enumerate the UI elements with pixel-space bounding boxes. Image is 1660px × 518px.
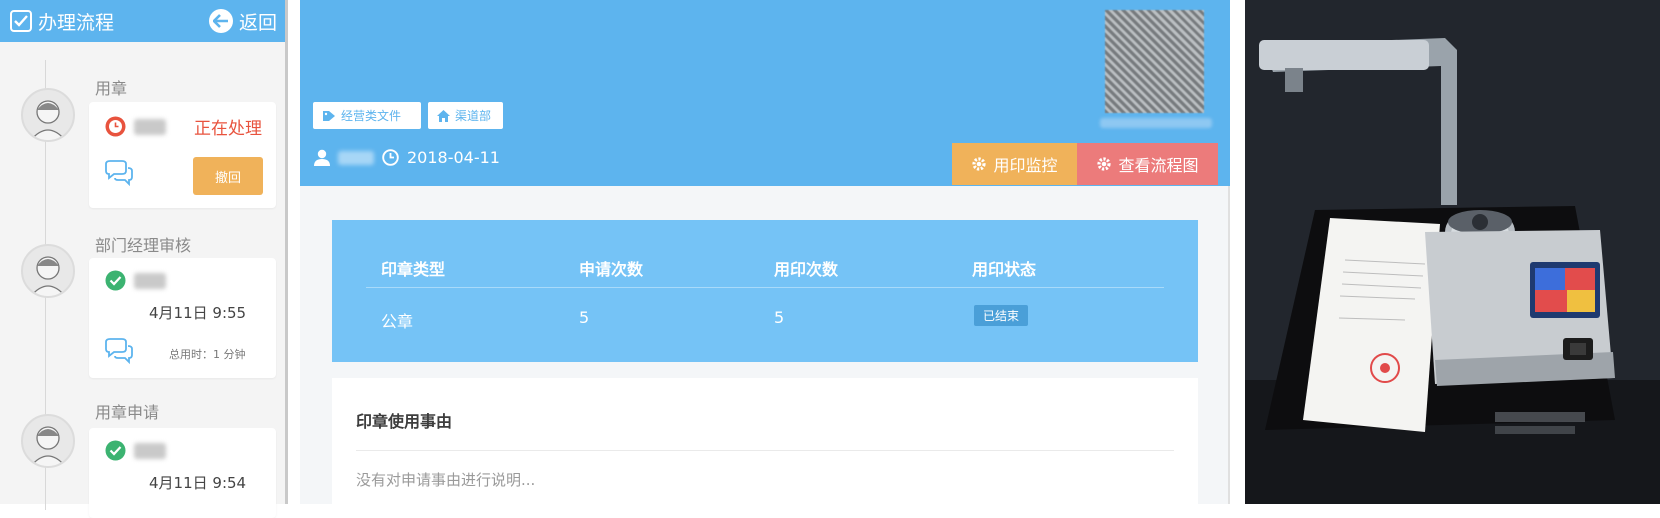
- panel-title-group: 办理流程: [10, 8, 114, 35]
- qr-caption-blurred: [1100, 118, 1212, 128]
- stamp-table: 印章类型 申请次数 用印次数 用印状态 公章 5 5 已结束: [332, 220, 1198, 362]
- chat-icon[interactable]: [103, 160, 135, 190]
- col-header-stamp-status: 用印状态: [972, 260, 1037, 279]
- revoke-button[interactable]: 撤回: [193, 157, 263, 195]
- step-label: 部门经理审核: [95, 236, 192, 255]
- reason-divider: [356, 450, 1174, 451]
- cell-stamp-type: 公章: [381, 312, 414, 331]
- reason-card: 印章使用事由 没有对申请事由进行说明...: [332, 378, 1198, 508]
- check-circle-icon: [105, 440, 126, 461]
- avatar: [21, 414, 75, 468]
- department-tag[interactable]: 渠道部: [428, 102, 503, 129]
- step-time: 4月11日 9:55: [149, 304, 247, 322]
- qr-code: [1105, 10, 1204, 113]
- step-time: 4月11日 9:54: [149, 474, 247, 492]
- back-button[interactable]: 返回: [208, 8, 277, 35]
- department-tag-label: 渠道部: [455, 109, 492, 123]
- reason-text: 没有对申请事由进行说明...: [356, 471, 536, 489]
- view-flowchart-label: 查看流程图: [1118, 158, 1199, 175]
- applicant-meta: 2018-04-11: [314, 148, 500, 167]
- gear-icon: [972, 157, 987, 171]
- step-status-row: [105, 440, 166, 461]
- process-panel: 办理流程 返回 用章 正在处理 撤回 部门经理审核 4月11日 9:55 总用时…: [0, 0, 288, 518]
- back-label: 返回: [238, 11, 277, 34]
- reason-title: 印章使用事由: [356, 412, 453, 431]
- view-flowchart-button[interactable]: 查看流程图: [1077, 143, 1218, 185]
- status-processing: 正在处理: [194, 119, 262, 139]
- step-label: 用章: [95, 79, 128, 98]
- step-card: 4月11日 9:54: [89, 428, 276, 518]
- tag-icon: [323, 110, 335, 121]
- applicant-name-blurred: [338, 150, 374, 165]
- category-tag-label: 经营类文件: [341, 109, 402, 123]
- assignee-name-blurred: [134, 118, 166, 135]
- cell-used-count: 5: [774, 308, 785, 327]
- step-card: 正在处理 撤回: [89, 102, 276, 208]
- stamp-monitor-label: 用印监控: [993, 158, 1058, 175]
- step-duration: 总用时：1 分钟: [169, 348, 246, 361]
- clock-icon: [382, 149, 399, 166]
- step-status-row: [105, 270, 166, 291]
- panel-title: 办理流程: [38, 11, 115, 34]
- stamp-machine-photo: [1245, 0, 1660, 504]
- step-label: 用章申请: [95, 403, 160, 422]
- arrow-left-icon: [208, 9, 233, 33]
- table-divider: [366, 287, 1164, 288]
- col-header-used-count: 用印次数: [774, 260, 839, 279]
- assignee-name-blurred: [134, 272, 166, 289]
- user-icon: [314, 149, 330, 166]
- check-circle-icon: [105, 270, 126, 291]
- status-badge: 已结束: [974, 305, 1029, 326]
- category-tag[interactable]: 经营类文件: [313, 102, 421, 129]
- step-status-row: 正在处理: [105, 114, 262, 139]
- avatar: [21, 244, 75, 298]
- stamp-machine-illustration: [1245, 0, 1660, 504]
- cell-applied-count: 5: [579, 308, 590, 327]
- chat-icon[interactable]: [103, 338, 135, 368]
- clock-icon: [105, 116, 126, 137]
- col-header-stamp-type: 印章类型: [381, 260, 446, 279]
- application-detail: 经营类文件 渠道部 2018-04-11 用印监控 查看流程图 印章类型 申请次…: [300, 0, 1230, 508]
- detail-header: 经营类文件 渠道部 2018-04-11 用印监控 查看流程图: [300, 0, 1230, 186]
- gear-icon: [1097, 157, 1112, 171]
- avatar: [21, 88, 75, 142]
- checkbox-icon: [10, 10, 32, 32]
- application-date: 2018-04-11: [407, 148, 500, 167]
- assignee-name-blurred: [134, 442, 166, 459]
- process-panel-header: 办理流程 返回: [0, 0, 285, 42]
- home-icon: [437, 109, 450, 122]
- step-card: 4月11日 9:55 总用时：1 分钟: [89, 258, 276, 378]
- stamp-monitor-button[interactable]: 用印监控: [952, 143, 1077, 185]
- col-header-applied-count: 申请次数: [579, 260, 644, 279]
